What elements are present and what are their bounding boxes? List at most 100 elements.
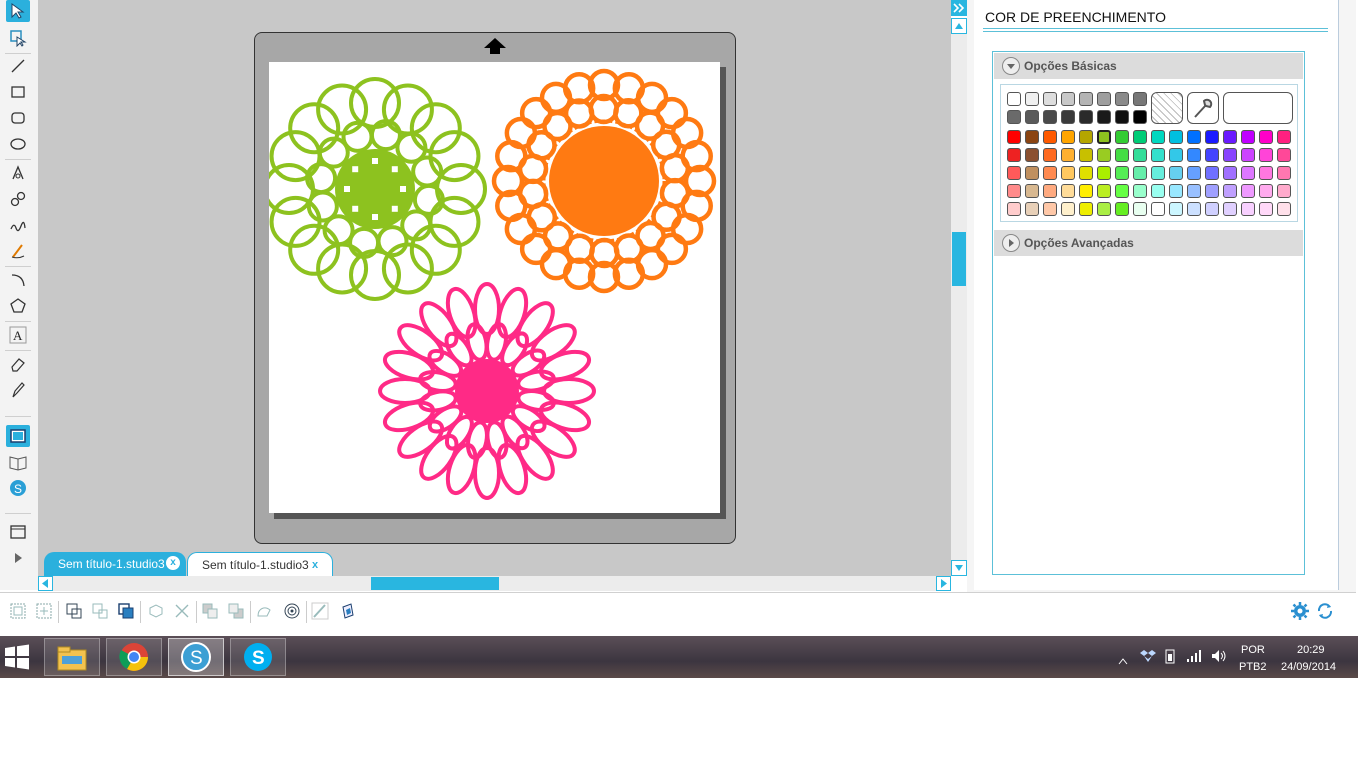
- close-tab-icon[interactable]: x: [312, 553, 318, 577]
- color-swatch[interactable]: [1259, 184, 1273, 198]
- color-swatch[interactable]: [1061, 92, 1075, 106]
- color-swatch[interactable]: [1151, 202, 1165, 216]
- keyboard-layout[interactable]: PTB2: [1239, 661, 1267, 673]
- color-swatch[interactable]: [1223, 148, 1237, 162]
- vertical-scrollbar[interactable]: [951, 18, 967, 576]
- color-swatch[interactable]: [1241, 202, 1255, 216]
- color-swatch[interactable]: [1187, 184, 1201, 198]
- clock-date[interactable]: 24/09/2014: [1281, 661, 1336, 673]
- color-swatch[interactable]: [1151, 166, 1165, 180]
- color-swatch[interactable]: [1169, 148, 1183, 162]
- cut-settings-icon[interactable]: [338, 601, 358, 621]
- color-swatch[interactable]: [1043, 130, 1057, 144]
- color-swatch[interactable]: [1277, 148, 1291, 162]
- scroll-up-icon[interactable]: [951, 18, 967, 34]
- color-swatch[interactable]: [1079, 166, 1093, 180]
- color-swatch[interactable]: [1115, 166, 1129, 180]
- horizontal-scrollbar[interactable]: [38, 576, 951, 591]
- transparent-object-icon[interactable]: [146, 601, 166, 621]
- color-swatch[interactable]: [1223, 184, 1237, 198]
- color-swatch[interactable]: [1025, 202, 1039, 216]
- rectangle-tool-icon[interactable]: [6, 81, 30, 103]
- color-swatch[interactable]: [1133, 92, 1147, 106]
- point-edit-tool-icon[interactable]: [6, 27, 30, 49]
- document-tab-2[interactable]: Sem título-1.studio3 x: [187, 552, 333, 576]
- advanced-options-header[interactable]: Opções Avançadas: [994, 230, 1303, 256]
- dropbox-icon[interactable]: [1140, 648, 1156, 669]
- eyedropper-button[interactable]: [1187, 92, 1219, 124]
- color-swatch[interactable]: [1007, 92, 1021, 106]
- color-swatch[interactable]: [1025, 184, 1039, 198]
- transparent-swatch[interactable]: [1151, 92, 1183, 124]
- power-icon[interactable]: [1163, 648, 1179, 669]
- color-swatch[interactable]: [1133, 184, 1147, 198]
- color-swatch[interactable]: [1169, 166, 1183, 180]
- color-swatch[interactable]: [1115, 184, 1129, 198]
- vertical-scroll-thumb[interactable]: [952, 232, 966, 286]
- color-swatch[interactable]: [1061, 110, 1075, 124]
- color-swatch[interactable]: [1115, 92, 1129, 106]
- input-language[interactable]: POR: [1241, 644, 1265, 656]
- color-swatch[interactable]: [1151, 184, 1165, 198]
- color-swatch[interactable]: [1205, 148, 1219, 162]
- color-swatch[interactable]: [1133, 202, 1147, 216]
- color-swatch[interactable]: [1043, 202, 1057, 216]
- color-swatch[interactable]: [1025, 166, 1039, 180]
- arc-tool-icon[interactable]: [6, 269, 30, 291]
- color-swatch[interactable]: [1079, 148, 1093, 162]
- color-swatch[interactable]: [1169, 184, 1183, 198]
- horizontal-scroll-thumb[interactable]: [371, 577, 499, 590]
- weld-icon[interactable]: [254, 601, 274, 621]
- color-swatch[interactable]: [1223, 202, 1237, 216]
- color-swatch[interactable]: [1097, 166, 1111, 180]
- offset-icon[interactable]: [282, 601, 302, 621]
- color-swatch[interactable]: [1115, 110, 1129, 124]
- color-swatch[interactable]: [1277, 130, 1291, 144]
- color-swatch[interactable]: [1205, 166, 1219, 180]
- color-swatch[interactable]: [1043, 110, 1057, 124]
- duplicate-icon[interactable]: [116, 601, 136, 621]
- text-tool-icon[interactable]: A: [6, 324, 30, 346]
- skype-taskbar-button[interactable]: S: [230, 638, 286, 676]
- eraser-tool-icon[interactable]: [6, 353, 30, 375]
- color-swatch[interactable]: [1025, 130, 1039, 144]
- color-swatch[interactable]: [1007, 166, 1021, 180]
- scroll-left-icon[interactable]: [38, 576, 53, 591]
- color-swatch[interactable]: [1097, 130, 1111, 144]
- pink-doily-shape[interactable]: [378, 282, 596, 500]
- color-swatch[interactable]: [1133, 110, 1147, 124]
- curve-tool-icon[interactable]: [6, 188, 30, 210]
- expand-arrow-icon[interactable]: [6, 547, 30, 569]
- volume-icon[interactable]: [1210, 648, 1228, 669]
- freehand-tool-icon[interactable]: [6, 214, 30, 236]
- color-swatch[interactable]: [1277, 184, 1291, 198]
- settings-gear-icon[interactable]: [1290, 601, 1310, 621]
- color-swatch[interactable]: [1259, 148, 1273, 162]
- color-swatch[interactable]: [1043, 148, 1057, 162]
- color-swatch[interactable]: [1079, 110, 1093, 124]
- bring-forward-icon[interactable]: [200, 601, 220, 621]
- color-swatch[interactable]: [1007, 148, 1021, 162]
- color-swatch[interactable]: [1097, 110, 1111, 124]
- make-compound-path-icon[interactable]: [64, 601, 84, 621]
- show-hidden-icons-icon[interactable]: [1118, 652, 1128, 670]
- color-swatch[interactable]: [1097, 148, 1111, 162]
- regular-polygon-tool-icon[interactable]: [6, 295, 30, 317]
- color-swatch[interactable]: [1061, 148, 1075, 162]
- color-swatch[interactable]: [1241, 166, 1255, 180]
- color-swatch[interactable]: [1187, 202, 1201, 216]
- color-swatch[interactable]: [1025, 148, 1039, 162]
- color-swatch[interactable]: [1025, 110, 1039, 124]
- design-page-view-icon[interactable]: [6, 425, 30, 447]
- select-tool-icon[interactable]: [6, 0, 30, 22]
- release-compound-path-icon[interactable]: [90, 601, 110, 621]
- trace-icon[interactable]: [310, 601, 330, 621]
- clock-time[interactable]: 20:29: [1297, 644, 1325, 656]
- color-swatch[interactable]: [1241, 130, 1255, 144]
- smooth-freehand-tool-icon[interactable]: [6, 240, 30, 262]
- scroll-down-icon[interactable]: [951, 560, 967, 576]
- line-tool-icon[interactable]: [6, 55, 30, 77]
- network-signal-icon[interactable]: [1186, 648, 1204, 669]
- color-swatch[interactable]: [1259, 130, 1273, 144]
- color-swatch[interactable]: [1223, 166, 1237, 180]
